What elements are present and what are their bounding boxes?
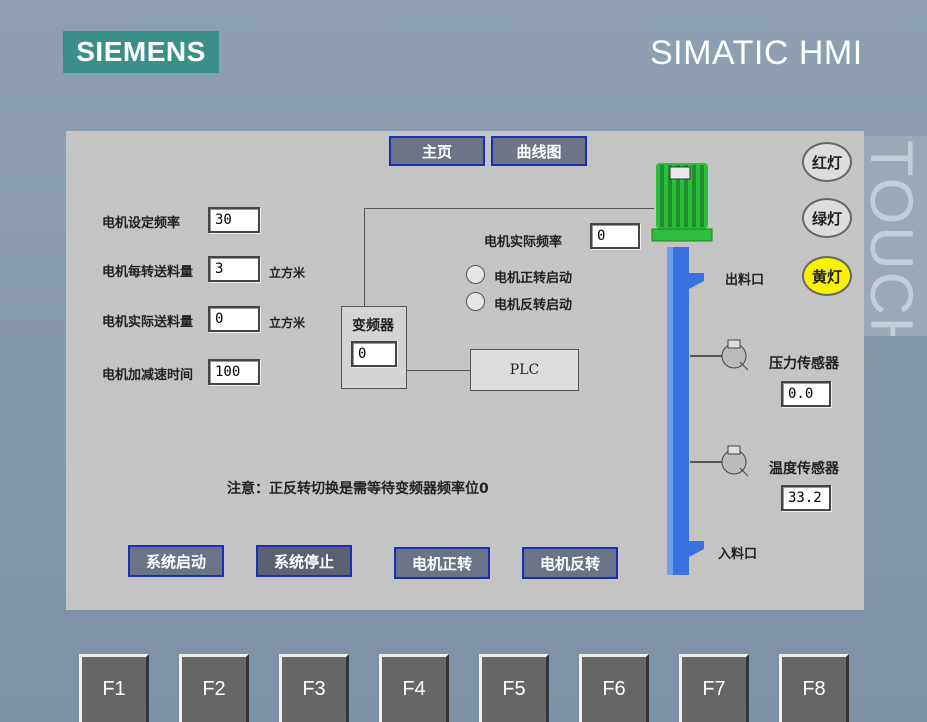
hmi-screen: 主页 曲线图 电机设定频率 30 电机每转送料量 3 立方米 电机实际送料量 0…	[66, 131, 864, 610]
actual-feed-unit: 立方米	[269, 316, 306, 330]
touch-text: TOUCH	[864, 140, 925, 336]
red-lamp: 红灯	[802, 142, 852, 182]
vfd-box: 变频器 0	[341, 306, 407, 389]
f6-key[interactable]: F6	[579, 654, 649, 722]
accel-time-label: 电机加减速时间	[102, 368, 194, 383]
wire-vfd-motor-vertical	[364, 208, 365, 306]
feed-per-rev-input[interactable]: 3	[208, 256, 260, 282]
touch-label: TOUCH	[864, 136, 927, 336]
system-stop-button[interactable]: 系统停止	[256, 545, 352, 577]
home-button[interactable]: 主页	[389, 136, 485, 166]
f7-key[interactable]: F7	[679, 654, 749, 722]
vfd-label: 变频器	[352, 318, 394, 334]
actual-feed-output: 0	[208, 306, 260, 332]
f4-key[interactable]: F4	[379, 654, 449, 722]
feed-per-rev-label: 电机每转送料量	[102, 265, 194, 280]
pressure-sensor-label: 压力传感器	[769, 356, 839, 372]
temperature-sensor-icon	[690, 445, 749, 477]
system-start-button[interactable]: 系统启动	[128, 545, 224, 577]
motor-reverse-button[interactable]: 电机反转	[522, 547, 618, 579]
actual-frequency-label: 电机实际频率	[484, 235, 563, 250]
set-frequency-label: 电机设定频率	[102, 216, 181, 231]
inlet-label: 入料口	[718, 547, 758, 562]
outlet-label: 出料口	[725, 273, 765, 288]
pressure-sensor-output: 0.0	[781, 381, 831, 407]
plc-box: PLC	[470, 349, 579, 391]
reverse-status-label: 电机反转启动	[494, 298, 573, 313]
feed-per-rev-unit: 立方米	[269, 266, 306, 280]
accel-time-input[interactable]: 100	[208, 359, 260, 385]
f1-key[interactable]: F1	[79, 654, 149, 722]
f2-key[interactable]: F2	[179, 654, 249, 722]
motor-icon	[651, 163, 713, 242]
actual-frequency-output: 0	[590, 223, 640, 249]
actual-feed-label: 电机实际送料量	[102, 315, 194, 330]
siemens-logo: SIEMENS	[63, 31, 219, 73]
temperature-sensor-output: 33.2	[781, 485, 831, 511]
wire-vfd-motor-horizontal	[364, 208, 654, 209]
green-lamp: 绿灯	[802, 198, 852, 238]
set-frequency-input[interactable]: 30	[208, 207, 260, 233]
warning-note: 注意：正反转切换是需等待变频器频率位0	[227, 481, 489, 497]
curve-button[interactable]: 曲线图	[491, 136, 587, 166]
temperature-sensor-label: 温度传感器	[769, 461, 839, 477]
outlet-branch	[689, 273, 704, 289]
motor-forward-button[interactable]: 电机正转	[394, 547, 490, 579]
forward-status-label: 电机正转启动	[494, 271, 573, 286]
wire-vfd-plc	[406, 370, 471, 371]
forward-status-indicator	[466, 265, 485, 284]
reverse-status-indicator	[466, 292, 485, 311]
inlet-branch	[689, 541, 704, 557]
vfd-frequency-output: 0	[351, 341, 397, 367]
simatic-hmi-title: SIMATIC HMI	[650, 34, 863, 72]
f5-key[interactable]: F5	[479, 654, 549, 722]
yellow-lamp: 黄灯	[802, 256, 852, 296]
pipe-highlight	[667, 247, 673, 575]
hmi-bezel: SIEMENS SIMATIC HMI TOUCH 主页 曲线图 电机设定频率 …	[0, 0, 927, 722]
f3-key[interactable]: F3	[279, 654, 349, 722]
f8-key[interactable]: F8	[779, 654, 849, 722]
pressure-sensor-icon	[690, 339, 749, 371]
